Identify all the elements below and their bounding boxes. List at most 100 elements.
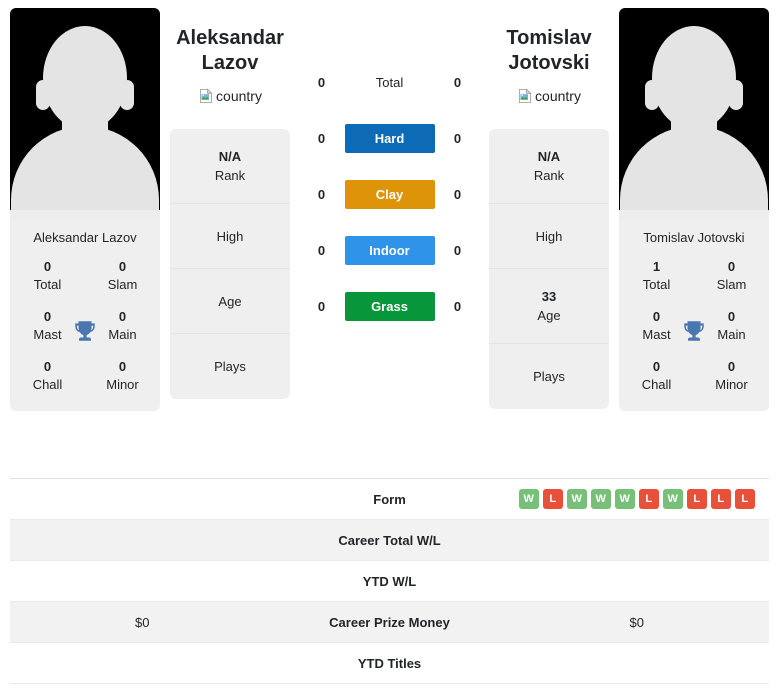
left-info-card: N/A Rank High Age Plays: [170, 129, 290, 399]
form-badge-loss: L: [638, 489, 659, 509]
avatar-head: [43, 26, 127, 130]
avatar-ear-left: [645, 80, 659, 110]
left-title-total: 0 Total: [10, 251, 85, 301]
left-rank-value: N/A: [218, 149, 242, 164]
surface-hard-button[interactable]: Hard: [344, 123, 435, 153]
form-badge-win: W: [614, 489, 635, 509]
form-badge-win: W: [662, 489, 683, 509]
broken-image-icon: [200, 88, 213, 103]
left-title-slam-value: 0: [118, 259, 127, 274]
form-badge-loss: L: [710, 489, 731, 509]
ytd-wl-label: YTD W/L: [362, 573, 417, 589]
career-prize-money-left: $0: [135, 614, 150, 630]
right-info-age: 33 Age: [489, 269, 609, 344]
left-info-age: Age: [170, 269, 290, 334]
comparison-table: Form WLWWWLWLLL Career Total W/L YTD W/L…: [10, 478, 769, 684]
surface-clay-button[interactable]: Clay: [344, 179, 435, 209]
right-title-chall: 0 Chall: [619, 351, 694, 401]
left-title-chall-value: 0: [43, 359, 52, 374]
table-row-ytd-wl: YTD W/L: [10, 561, 769, 602]
left-title-slam-label: Slam: [107, 277, 138, 292]
avatar-body: [11, 126, 159, 212]
right-player-first-name: Tomislav: [506, 27, 592, 49]
right-title-total-label: Total: [642, 277, 671, 292]
left-name-block: Aleksandar Lazov country: [170, 8, 290, 109]
table-row-career-total-wl: Career Total W/L: [10, 520, 769, 561]
left-title-minor-value: 0: [118, 359, 127, 374]
surface-indoor-left-value: 0: [317, 242, 326, 258]
form-badge-win: W: [518, 489, 539, 509]
right-info-card: N/A Rank High 33 Age Plays: [489, 129, 609, 409]
surfaces-column: 0 Total 0 0 Hard 0 0 Clay 0 0 Indoor 0 0…: [290, 8, 489, 334]
surface-indoor-right-value: 0: [453, 242, 462, 258]
surface-hard-left-value: 0: [317, 130, 326, 146]
surface-total-left-value: 0: [317, 74, 326, 90]
form-badge-win: W: [590, 489, 611, 509]
surface-indoor-button[interactable]: Indoor: [344, 235, 435, 265]
avatar-floor: [619, 210, 769, 220]
right-title-minor-value: 0: [727, 359, 736, 374]
right-title-total-value: 1: [652, 259, 661, 274]
left-title-total-label: Total: [33, 277, 62, 292]
left-player-card[interactable]: Aleksandar Lazov 0 Total 0 Slam 0 Mast 0…: [10, 8, 160, 411]
left-title-slam: 0 Slam: [85, 251, 160, 301]
left-title-chall: 0 Chall: [10, 351, 85, 401]
surface-grass-left-value: 0: [317, 298, 326, 314]
left-title-minor: 0 Minor: [85, 351, 160, 401]
surface-total-label[interactable]: Total: [345, 68, 435, 97]
right-title-minor: 0 Minor: [694, 351, 769, 401]
left-card-player-name: Aleksandar Lazov: [33, 230, 137, 245]
career-prize-money-right: $0: [629, 614, 644, 630]
right-title-chall-value: 0: [652, 359, 661, 374]
left-title-minor-label: Minor: [106, 377, 139, 392]
left-player-column: Aleksandar Lazov 0 Total 0 Slam 0 Mast 0…: [10, 8, 160, 411]
right-player-last-name: Jotovski: [508, 52, 590, 74]
left-age-label: Age: [218, 293, 242, 309]
left-player-first-name: Aleksandar: [176, 27, 284, 49]
avatar-body: [620, 126, 768, 212]
surface-clay-left-value: 0: [317, 186, 326, 202]
right-title-chall-label: Chall: [641, 377, 672, 392]
table-row-form: Form WLWWWLWLLL: [10, 479, 769, 520]
surface-hard-right-value: 0: [453, 130, 462, 146]
broken-image-icon: [519, 88, 532, 103]
avatar-ear-left: [36, 80, 50, 110]
right-rank-value: N/A: [537, 149, 561, 164]
surface-grass-button[interactable]: Grass: [344, 291, 435, 321]
surface-row-total: 0 Total 0: [290, 54, 489, 110]
surface-row-hard: 0 Hard 0: [290, 110, 489, 166]
right-title-minor-label: Minor: [715, 377, 748, 392]
form-badge-loss: L: [734, 489, 755, 509]
trophy-icon: [75, 321, 95, 341]
surface-clay-right-value: 0: [453, 186, 462, 202]
surface-row-grass: 0 Grass 0: [290, 278, 489, 334]
right-title-slam: 0 Slam: [694, 251, 769, 301]
right-age-label: Age: [537, 308, 561, 323]
left-titles-grid: 0 Total 0 Slam 0 Mast 0 Main 0 Chall 0 M…: [10, 251, 160, 411]
surface-row-indoor: 0 Indoor 0: [290, 222, 489, 278]
left-info-plays: Plays: [170, 334, 290, 399]
career-prize-money-label: Career Prize Money: [329, 614, 450, 630]
form-badge-loss: L: [542, 489, 563, 509]
right-info-high: High: [489, 204, 609, 269]
left-country-alt-text: country: [216, 88, 262, 104]
left-country: country: [198, 88, 262, 104]
left-plays-label: Plays: [214, 359, 246, 374]
right-title-total: 1 Total: [619, 251, 694, 301]
right-info-plays: Plays: [489, 344, 609, 409]
avatar-ear-right: [120, 80, 134, 110]
right-name-block: Tomislav Jotovski country: [489, 8, 609, 109]
right-high-label: High: [535, 228, 563, 244]
left-rank-label: Rank: [214, 168, 246, 183]
right-country-alt-text: country: [535, 88, 581, 104]
right-rank-label: Rank: [533, 168, 565, 183]
surface-stats: 0 Total 0 0 Hard 0 0 Clay 0 0 Indoor 0 0…: [290, 8, 489, 334]
table-row-career-prize-money: $0 Career Prize Money $0: [10, 602, 769, 643]
right-age-value: 33: [541, 289, 557, 304]
right-info-column: Tomislav Jotovski country N/A Rank High …: [489, 8, 609, 409]
trophy-icon: [684, 321, 704, 341]
right-player-card[interactable]: Tomislav Jotovski 1 Total 0 Slam 0 Mast: [619, 8, 769, 411]
player-comparison-page: Aleksandar Lazov 0 Total 0 Slam 0 Mast 0…: [0, 0, 779, 699]
right-player-avatar: [619, 8, 769, 220]
right-player-column: Tomislav Jotovski 1 Total 0 Slam 0 Mast: [619, 8, 769, 411]
